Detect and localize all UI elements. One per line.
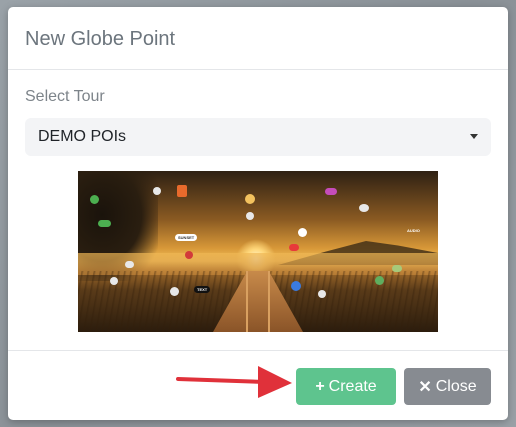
poi-marker [375, 276, 384, 285]
red-arrow-annotation [176, 366, 292, 398]
create-button[interactable]: + Create [296, 368, 396, 405]
poi-tag [98, 220, 111, 227]
create-button-label: Create [328, 377, 377, 395]
poi-tag-audio: AUDIO [407, 228, 420, 233]
boardwalk-rail [268, 271, 270, 332]
poi-marker [246, 212, 254, 220]
caret-down-icon [470, 134, 478, 139]
poi-marker [291, 281, 301, 291]
close-button[interactable]: ✕ Close [404, 368, 491, 405]
poi-tag [392, 265, 403, 272]
times-icon: ✕ [418, 378, 432, 396]
poi-marker [359, 204, 369, 212]
poi-marker [110, 277, 118, 285]
poi-tag-sunset: SUNSET [175, 234, 198, 241]
arrow-head [258, 366, 292, 398]
poi-tag [325, 188, 337, 195]
tour-select-value: DEMO POIs [38, 128, 127, 145]
poi-marker [245, 194, 255, 204]
boardwalk-rail [246, 271, 248, 332]
dialog-header: New Globe Point [8, 7, 508, 70]
poi-marker [177, 185, 187, 197]
new-globe-point-dialog: New Globe Point Select Tour DEMO POIs SU… [8, 7, 508, 420]
dialog-body: Select Tour DEMO POIs SUNSET AUDIO TEXT [8, 70, 508, 350]
poi-marker [153, 187, 161, 195]
poi-marker [318, 290, 326, 298]
select-tour-label: Select Tour [25, 88, 105, 105]
tour-select[interactable]: DEMO POIs [25, 118, 491, 156]
tour-preview-image: SUNSET AUDIO TEXT [78, 171, 438, 332]
poi-marker [298, 228, 307, 237]
poi-marker [90, 195, 99, 204]
poi-tag [125, 261, 135, 268]
close-button-label: Close [435, 377, 477, 395]
poi-marker [185, 251, 193, 259]
poi-tag-text: TEXT [194, 286, 211, 293]
plus-icon: + [315, 377, 325, 395]
arrow-shaft [176, 377, 267, 384]
poi-marker [170, 287, 179, 296]
poi-tag [289, 244, 300, 251]
dialog-title: New Globe Point [25, 28, 176, 50]
